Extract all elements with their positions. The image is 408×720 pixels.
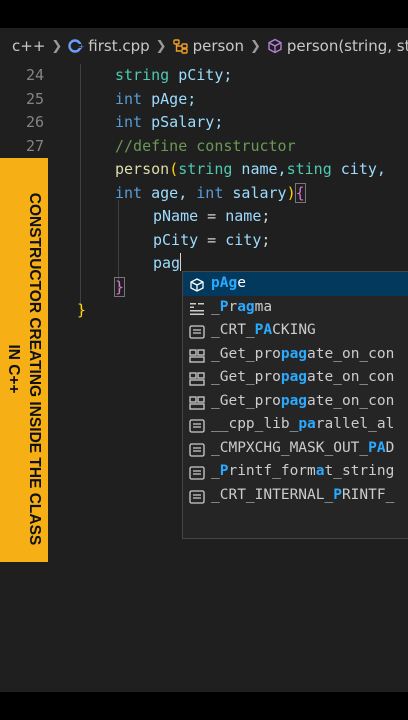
- indent-guide: [80, 64, 81, 314]
- suggestion-text: _Get_pro: [211, 392, 281, 409]
- text-cursor: [180, 253, 182, 271]
- suggestion-text: e: [237, 275, 246, 291]
- top-letterbox: [0, 0, 408, 28]
- code-line-30[interactable]: pName = name;: [153, 205, 270, 228]
- suggestion-item[interactable]: _Pragma: [183, 296, 408, 320]
- suggestion-item[interactable]: _Get_propagate_on_con: [183, 390, 408, 414]
- code-line-26[interactable]: int pSalary;: [115, 111, 223, 134]
- code-line-25[interactable]: int pAge;: [115, 88, 196, 111]
- suggestion-text: CKING: [272, 322, 316, 338]
- snippet-icon: [189, 301, 205, 315]
- code-line-33[interactable]: }: [113, 276, 126, 299]
- code-line-31[interactable]: pCity = city;: [153, 229, 270, 252]
- suggestion-text: _CRT_: [211, 322, 255, 338]
- suggestion-match: pag: [280, 392, 308, 409]
- line-number: 27: [25, 136, 44, 155]
- suggestion-text: ma: [254, 298, 273, 315]
- suggestion-text: _: [211, 298, 220, 315]
- suggestion-item[interactable]: _CRT_PACKING: [183, 319, 408, 343]
- suggestion-text: r: [228, 298, 238, 315]
- suggestion-match: PA: [368, 439, 386, 456]
- text-icon: [189, 418, 205, 433]
- text-icon: [189, 442, 205, 457]
- suggestion-match: PA: [254, 322, 273, 338]
- chevron-right-icon: ❯: [155, 38, 167, 54]
- suggestion-item[interactable]: _CMPXCHG_MASK_OUT_PAD: [183, 437, 408, 461]
- code-line-28[interactable]: person(string name,sting city,: [115, 158, 386, 181]
- suggestion-text: __cpp_lib_: [211, 416, 299, 432]
- text-icon: [189, 465, 205, 480]
- line-number: 26: [25, 113, 44, 131]
- code-line-32[interactable]: pag: [153, 252, 182, 275]
- suggestion-text: _CRT_INTERNAL_: [211, 486, 334, 503]
- banner-text: CONSTRUCTOR CREATING INSIDE THE CLASS IN…: [5, 192, 43, 546]
- bottom-letterbox: [0, 692, 408, 720]
- suggestion-text: rallel_al: [315, 416, 395, 432]
- suggestion-text: RINTF_: [341, 486, 395, 503]
- suggestion-text: _CMPXCHG_MASK_OUT_: [211, 439, 369, 456]
- suggestion-text: t_string: [324, 463, 395, 479]
- breadcrumb: c++ ❯ + first.cpp ❯ person ❯ person(stri…: [0, 28, 408, 64]
- class-icon: [172, 38, 189, 54]
- svg-text:+: +: [79, 43, 85, 51]
- suggestion-text: D: [385, 439, 395, 456]
- suggestion-item[interactable]: __cpp_lib_parallel_al: [183, 413, 408, 437]
- line-number: 24: [25, 66, 44, 84]
- suggestion-match: pa: [298, 416, 316, 432]
- breadcrumb-file[interactable]: first.cpp: [88, 37, 149, 55]
- line-number: 25: [25, 89, 44, 108]
- breadcrumb-method[interactable]: person(string, stri: [287, 37, 408, 55]
- method-cube-icon: [267, 38, 283, 54]
- chevron-right-icon: ❯: [51, 38, 63, 54]
- suggestion-text: rintf_form: [228, 463, 316, 479]
- suggestion-text: _: [211, 463, 220, 479]
- suggestion-item[interactable]: _Printf_format_string: [183, 460, 408, 484]
- code-line-29[interactable]: int age, int salary){: [115, 182, 306, 205]
- text-icon: [189, 489, 205, 504]
- suggestion-match: a: [315, 463, 325, 479]
- autocomplete-suggestions[interactable]: pAge _Pragma _CRT_PACKING _Get_propagate_on…: [182, 271, 408, 539]
- suggestion-match: ag: [237, 298, 255, 315]
- breadcrumb-class[interactable]: person: [193, 37, 244, 55]
- suggestion-text: ate_on_con: [307, 369, 395, 385]
- cpp-file-icon: +: [68, 38, 84, 54]
- suggestion-item[interactable]: pAge: [183, 272, 408, 296]
- suggestion-item[interactable]: _CRT_INTERNAL_PRINTF_: [183, 484, 408, 508]
- chevron-right-icon: ❯: [250, 38, 261, 54]
- code-line-34[interactable]: }: [77, 299, 86, 322]
- struct-icon: [189, 395, 205, 410]
- suggestion-match: pAg: [211, 275, 238, 291]
- suggestion-match: P: [333, 486, 342, 503]
- suggestion-match: pag: [280, 369, 308, 385]
- suggestion-match: pag: [280, 345, 308, 362]
- breadcrumb-language[interactable]: c++: [12, 37, 45, 55]
- text-icon: [189, 324, 205, 339]
- code-line-27[interactable]: //define constructor: [115, 135, 296, 158]
- suggestion-text: ate_on_con: [307, 392, 395, 409]
- code-editor[interactable]: c++ ❯ + first.cpp ❯ person ❯ person(stri…: [0, 28, 408, 692]
- field-icon: [189, 277, 205, 292]
- code-line-24[interactable]: string pCity;: [115, 64, 232, 87]
- title-banner: CONSTRUCTOR CREATING INSIDE THE CLASS IN…: [0, 158, 48, 562]
- suggestion-text: ate_on_con: [307, 345, 395, 362]
